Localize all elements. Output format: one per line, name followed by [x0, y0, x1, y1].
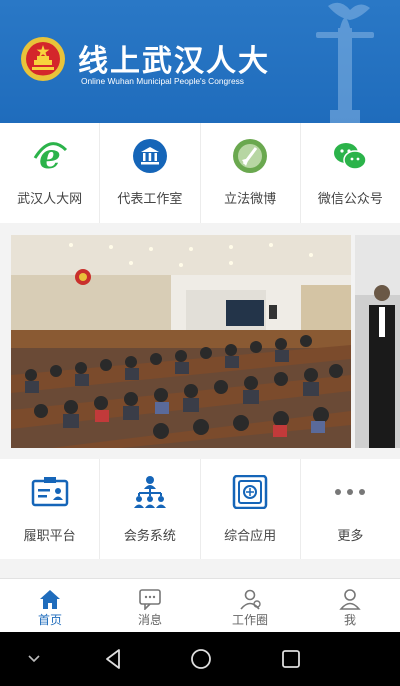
- wechat-icon: [332, 138, 368, 174]
- app-header: 线上武汉人大 Online Wuhan Municipal People's C…: [0, 0, 400, 123]
- quick-link-rep-office[interactable]: 代表工作室: [100, 123, 201, 223]
- message-icon: [138, 588, 162, 610]
- app-subtitle: Online Wuhan Municipal People's Congress: [81, 76, 244, 86]
- chevron-down-icon[interactable]: [20, 644, 48, 674]
- home-icon: [38, 588, 62, 610]
- app-label: 履职平台: [23, 529, 76, 544]
- app-meeting-system[interactable]: 会务系统: [100, 459, 201, 559]
- org-chart-icon: [131, 475, 169, 509]
- quick-links-row: e 武汉人大网 代表工作室 立法微博 微信公众号: [0, 123, 400, 223]
- app-label: 会务系统: [123, 529, 176, 544]
- bank-building-icon: [132, 138, 168, 174]
- person-icon: [338, 588, 362, 610]
- tab-label: 工作圈: [231, 613, 268, 627]
- bottom-tab-bar: 首页 消息 工作圈 我: [0, 578, 400, 632]
- apps-row: 履职平台 会务系统 综合应用 更多: [0, 459, 400, 559]
- tab-work-circle[interactable]: 工作圈: [200, 579, 300, 632]
- quick-link-whrd-website[interactable]: e 武汉人大网: [0, 123, 101, 223]
- app-screen: 线上武汉人大 Online Wuhan Municipal People's C…: [0, 0, 400, 686]
- id-card-icon: [31, 475, 69, 509]
- quick-link-label: 武汉人大网: [17, 192, 83, 207]
- app-duty-platform[interactable]: 履职平台: [0, 459, 101, 559]
- quick-link-label: 微信公众号: [317, 192, 383, 207]
- group-icon: [238, 588, 262, 610]
- ie-browser-icon: e: [32, 138, 68, 174]
- weibo-icon: [232, 138, 268, 174]
- huabiao-pillar-icon: [316, 2, 374, 123]
- quick-link-label: 立法微博: [224, 192, 277, 207]
- quick-link-label: 代表工作室: [117, 192, 183, 207]
- tab-label: 消息: [137, 613, 162, 627]
- system-navigation-bar: [0, 632, 400, 686]
- back-icon[interactable]: [98, 644, 128, 674]
- app-title: 线上武汉人大: [78, 44, 270, 79]
- home-circle-icon[interactable]: [186, 644, 216, 674]
- app-frame-icon: [231, 475, 269, 509]
- app-integrated-apps[interactable]: 综合应用: [201, 459, 301, 559]
- tab-label: 首页: [37, 613, 62, 627]
- quick-link-legislation-weibo[interactable]: 立法微博: [201, 123, 301, 223]
- banner-carousel[interactable]: [0, 223, 400, 459]
- app-more[interactable]: 更多: [301, 459, 400, 559]
- banner-next-image[interactable]: [355, 235, 400, 448]
- recents-icon[interactable]: [276, 644, 306, 674]
- tab-messages[interactable]: 消息: [100, 579, 200, 632]
- more-dots-icon: [331, 475, 369, 509]
- app-label: 更多: [337, 529, 364, 544]
- tab-label: 我: [343, 613, 356, 627]
- tab-me[interactable]: 我: [300, 579, 400, 632]
- national-emblem-icon: [21, 37, 65, 81]
- app-label: 综合应用: [224, 529, 277, 544]
- quick-link-wechat[interactable]: 微信公众号: [301, 123, 400, 223]
- banner-image-meeting-room[interactable]: [11, 235, 351, 448]
- tab-home[interactable]: 首页: [0, 579, 100, 632]
